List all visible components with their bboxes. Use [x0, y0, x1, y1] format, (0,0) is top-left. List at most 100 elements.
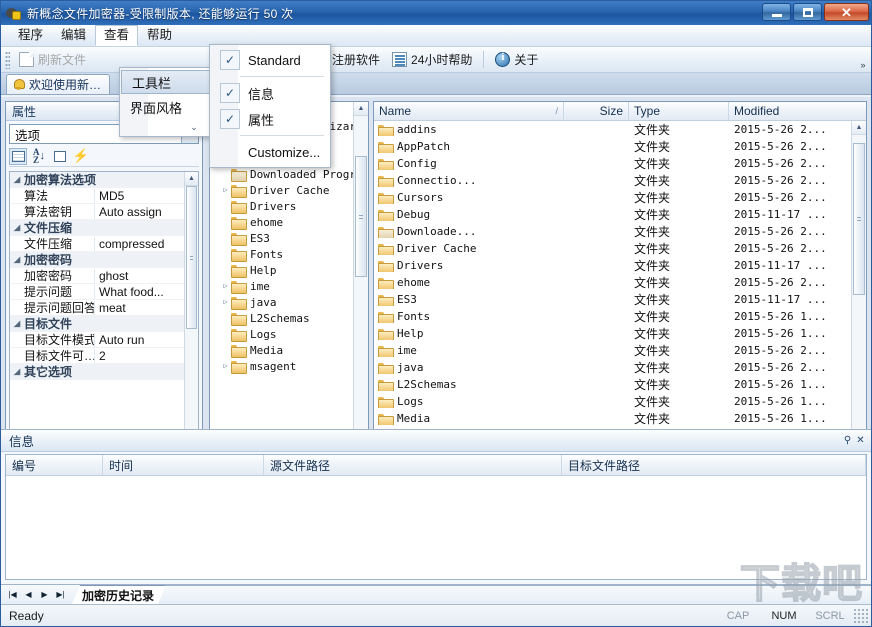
file-list-row[interactable]: Media文件夹2015-5-26 1...: [374, 410, 851, 427]
property-row[interactable]: 提示问题回答meat: [10, 300, 184, 316]
history-column-source-path[interactable]: 源文件路径: [264, 455, 562, 475]
expand-arrow-icon[interactable]: ▷: [220, 362, 231, 370]
file-list-row[interactable]: ehome文件夹2015-5-26 2...: [374, 274, 851, 291]
property-row[interactable]: 目标文件模式Auto run: [10, 332, 184, 348]
property-category-row[interactable]: ◢其它选项: [10, 364, 184, 380]
submenu-item-info[interactable]: ✓ 信息: [210, 80, 330, 106]
property-value[interactable]: compressed: [94, 237, 184, 251]
tree-item[interactable]: ▷ime: [210, 278, 368, 294]
property-row[interactable]: 提示问题What food...: [10, 284, 184, 300]
property-value[interactable]: ghost: [94, 269, 184, 283]
pin-icon[interactable]: ⚲: [841, 434, 854, 447]
tree-item[interactable]: Logs: [210, 326, 368, 342]
nav-next-button[interactable]: ▶: [37, 587, 52, 603]
resize-grip[interactable]: [853, 608, 869, 624]
property-value[interactable]: Auto assign: [94, 205, 184, 219]
nav-first-button[interactable]: |◀: [5, 587, 20, 603]
expand-triangle-icon[interactable]: ◢: [14, 319, 24, 328]
file-list-row[interactable]: ES3文件夹2015-11-17 ...: [374, 291, 851, 308]
file-list-row[interactable]: Fonts文件夹2015-5-26 1...: [374, 308, 851, 325]
tree-item[interactable]: ES3: [210, 230, 368, 246]
file-list-row[interactable]: Driver Cache文件夹2015-5-26 2...: [374, 240, 851, 257]
tree-item[interactable]: Fonts: [210, 246, 368, 262]
toolbar-grip[interactable]: [5, 51, 10, 69]
alphabetical-sort-icon[interactable]: AZ↓: [30, 148, 48, 165]
history-column-time[interactable]: 时间: [103, 455, 264, 475]
submenu-item-standard[interactable]: ✓ Standard: [210, 47, 330, 73]
refresh-file-button[interactable]: 刷新文件: [13, 49, 92, 71]
file-list-row[interactable]: Config文件夹2015-5-26 2...: [374, 155, 851, 172]
file-list-row[interactable]: Logs文件夹2015-5-26 1...: [374, 393, 851, 410]
expand-arrow-icon[interactable]: ▷: [220, 282, 231, 290]
property-category-row[interactable]: ◢目标文件: [10, 316, 184, 332]
expand-triangle-icon[interactable]: ◢: [14, 223, 24, 232]
menu-edit[interactable]: 编辑: [52, 25, 95, 46]
tree-item[interactable]: Drivers: [210, 198, 368, 214]
file-list-row[interactable]: ime文件夹2015-5-26 2...: [374, 342, 851, 359]
property-row[interactable]: 目标文件可…2: [10, 348, 184, 364]
expand-triangle-icon[interactable]: ◢: [14, 255, 24, 264]
property-value[interactable]: meat: [94, 301, 184, 315]
tree-item[interactable]: ehome: [210, 214, 368, 230]
tree-item[interactable]: Media: [210, 342, 368, 358]
property-pages-icon[interactable]: [51, 148, 69, 165]
scroll-track[interactable]: [185, 186, 198, 461]
tree-item[interactable]: ▷java: [210, 294, 368, 310]
property-value[interactable]: 2: [94, 349, 184, 363]
file-list-row[interactable]: Downloade...文件夹2015-5-26 2...: [374, 223, 851, 240]
expand-arrow-icon[interactable]: ▷: [220, 298, 231, 306]
maximize-button[interactable]: [793, 3, 822, 21]
scroll-thumb[interactable]: [853, 143, 865, 295]
file-list-row[interactable]: Cursors文件夹2015-5-26 2...: [374, 189, 851, 206]
submenu-item-customize[interactable]: Customize...: [210, 139, 330, 165]
scroll-up-icon[interactable]: ▲: [354, 102, 368, 116]
tree-item[interactable]: Help: [210, 262, 368, 278]
menu-view[interactable]: 查看: [95, 25, 138, 46]
file-list-row[interactable]: Debug文件夹2015-11-17 ...: [374, 206, 851, 223]
menu-help[interactable]: 帮助: [138, 25, 181, 46]
scroll-thumb[interactable]: [186, 186, 197, 329]
property-row[interactable]: 加密密码ghost: [10, 268, 184, 284]
expand-arrow-icon[interactable]: ▷: [220, 186, 231, 194]
property-row[interactable]: 算法密钥Auto assign: [10, 204, 184, 220]
categorized-icon[interactable]: [9, 148, 27, 165]
file-list-row[interactable]: Connectio...文件夹2015-5-26 2...: [374, 172, 851, 189]
file-list-row[interactable]: java文件夹2015-5-26 2...: [374, 359, 851, 376]
column-header-name[interactable]: Name /: [374, 102, 564, 120]
tree-item[interactable]: Downloaded Progr: [210, 166, 368, 182]
nav-prev-button[interactable]: ◀: [21, 587, 36, 603]
minimize-button[interactable]: [762, 3, 791, 21]
property-row[interactable]: 文件压缩compressed: [10, 236, 184, 252]
scroll-up-icon[interactable]: ▲: [185, 172, 198, 186]
close-icon[interactable]: ✕: [854, 434, 867, 447]
property-category-row[interactable]: ◢文件压缩: [10, 220, 184, 236]
nav-last-button[interactable]: ▶|: [53, 587, 68, 603]
expand-triangle-icon[interactable]: ◢: [14, 367, 24, 376]
close-button[interactable]: ✕: [824, 3, 869, 21]
document-tab-welcome[interactable]: 欢迎使用新…: [6, 74, 110, 94]
file-list-row[interactable]: L2Schemas文件夹2015-5-26 1...: [374, 376, 851, 393]
column-header-modified[interactable]: Modified: [729, 102, 866, 120]
property-value[interactable]: MD5: [94, 189, 184, 203]
history-column-id[interactable]: 编号: [6, 455, 103, 475]
property-category-row[interactable]: ◢加密算法选项: [10, 172, 184, 188]
menu-program[interactable]: 程序: [9, 25, 52, 46]
property-value[interactable]: What food...: [94, 285, 184, 299]
history-column-target-path[interactable]: 目标文件路径: [562, 455, 866, 475]
file-list-row[interactable]: Help文件夹2015-5-26 1...: [374, 325, 851, 342]
file-list-row[interactable]: addins文件夹2015-5-26 2...: [374, 121, 851, 138]
submenu-item-properties[interactable]: ✓ 属性: [210, 106, 330, 132]
file-list-row[interactable]: AppPatch文件夹2015-5-26 2...: [374, 138, 851, 155]
file-list-row[interactable]: Drivers文件夹2015-11-17 ...: [374, 257, 851, 274]
help-24h-button[interactable]: 24小时帮助: [386, 49, 478, 71]
toolbar-overflow-button[interactable]: »: [857, 50, 869, 70]
scroll-up-icon[interactable]: ▲: [852, 121, 866, 135]
column-header-size[interactable]: Size: [564, 102, 629, 120]
property-value[interactable]: Auto run: [94, 333, 184, 347]
tree-item[interactable]: L2Schemas: [210, 310, 368, 326]
scroll-thumb[interactable]: [355, 156, 367, 277]
events-icon[interactable]: ⚡: [72, 148, 90, 165]
sheet-tab-encryption-history[interactable]: 加密历史记录: [72, 585, 166, 604]
property-row[interactable]: 算法MD5: [10, 188, 184, 204]
property-category-row[interactable]: ◢加密密码: [10, 252, 184, 268]
